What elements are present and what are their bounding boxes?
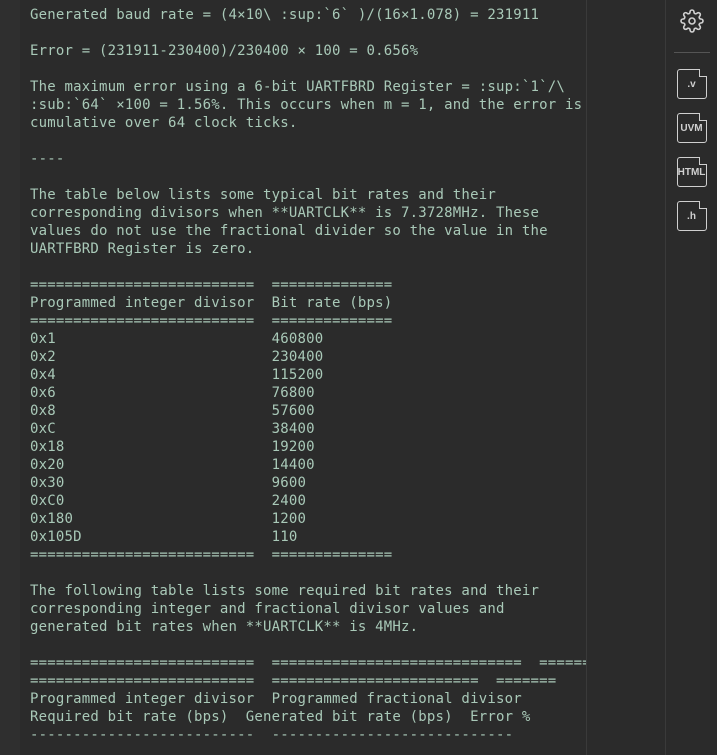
table2-intro: The following table lists some required … bbox=[30, 582, 586, 636]
table1-rule-top: ========================== =============… bbox=[30, 276, 586, 294]
max-error-paragraph: The maximum error using a 6-bit UARTFBRD… bbox=[30, 78, 586, 132]
blank-line bbox=[30, 564, 586, 582]
table1-rows: 0x1 460800 0x2 230400 0x4 115200 0x6 768… bbox=[30, 330, 586, 546]
settings-button[interactable] bbox=[677, 6, 707, 36]
table2-rule1: ========================== =============… bbox=[30, 654, 586, 672]
table1-rule-mid: ========================== =============… bbox=[30, 312, 586, 330]
file-type-uvm[interactable]: UVM bbox=[677, 113, 707, 143]
file-type-label: UVM bbox=[680, 123, 702, 134]
file-type-v[interactable]: .v bbox=[677, 69, 707, 99]
file-type-h[interactable]: .h bbox=[677, 201, 707, 231]
file-type-label: .h bbox=[687, 211, 696, 222]
file-type-label: HTML bbox=[678, 167, 706, 178]
file-type-html[interactable]: HTML bbox=[677, 157, 707, 187]
document-content: Generated baud rate = (4×10\ :sup:`6` )/… bbox=[30, 0, 587, 755]
file-fold-icon bbox=[699, 69, 707, 77]
blank-line bbox=[30, 24, 586, 42]
table2-head2: Required bit rate (bps) Generated bit ra… bbox=[30, 708, 586, 726]
baud-rate-line: Generated baud rate = (4×10\ :sup:`6` )/… bbox=[30, 6, 586, 24]
error-line: Error = (231911-230400)/230400 × 100 = 0… bbox=[30, 42, 586, 60]
file-fold-icon bbox=[699, 157, 707, 165]
table2-head1: Programmed integer divisor Programmed fr… bbox=[30, 690, 586, 708]
table1-rule-bot: ========================== =============… bbox=[30, 546, 586, 564]
table1-intro: The table below lists some typical bit r… bbox=[30, 186, 586, 258]
blank-line bbox=[30, 636, 586, 654]
file-fold-icon bbox=[699, 201, 707, 209]
blank-line bbox=[30, 168, 586, 186]
table2-rule2: ========================== =============… bbox=[30, 672, 586, 690]
hr: ---- bbox=[30, 150, 586, 168]
table2-dash: -------------------------- -------------… bbox=[30, 726, 586, 744]
sidebar-separator bbox=[674, 52, 710, 53]
table1-header: Programmed integer divisor Bit rate (bps… bbox=[30, 294, 586, 312]
file-type-label: .v bbox=[687, 79, 695, 90]
gear-icon bbox=[680, 9, 704, 33]
right-sidebar: .v UVM HTML .h bbox=[665, 0, 717, 755]
blank-line bbox=[30, 258, 586, 276]
file-fold-icon bbox=[699, 113, 707, 121]
editor-gutter bbox=[0, 0, 20, 755]
blank-line bbox=[30, 60, 586, 78]
blank-line bbox=[30, 132, 586, 150]
